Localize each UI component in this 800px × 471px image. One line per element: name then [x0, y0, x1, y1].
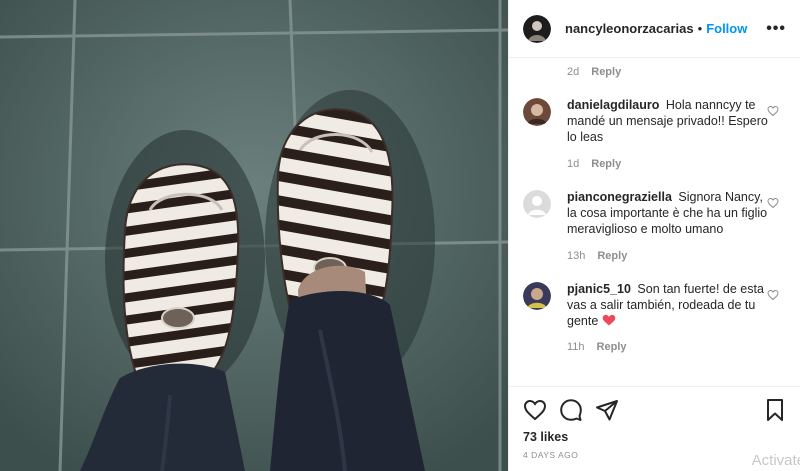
commenter-username[interactable]: pjanic5_10	[567, 282, 631, 296]
commenter-avatar[interactable]	[523, 190, 551, 218]
zebra-loafers-image	[0, 0, 508, 471]
likes-count[interactable]: 73 likes	[509, 423, 800, 444]
author-avatar[interactable]	[523, 14, 551, 43]
red-heart-emoji-icon	[602, 314, 616, 326]
heart-outline-icon[interactable]	[523, 398, 547, 422]
like-comment-heart-icon[interactable]	[767, 289, 779, 301]
comment-time: 13h	[567, 250, 586, 262]
comment-text-block: danielagdilauro Hola nanncyy te mandé un…	[567, 97, 775, 145]
comment-time: 2d	[567, 66, 580, 78]
author-username[interactable]: nancyleonorzacarias	[565, 21, 694, 36]
comment-time: 1d	[567, 158, 580, 170]
reply-button[interactable]: Reply	[597, 341, 627, 353]
comment-text-block: pianconegraziella Signora Nancy, la cosa…	[567, 189, 775, 237]
post-header: nancyleonorzacarias • Follow •••	[509, 0, 800, 58]
commenter-username[interactable]: pianconegraziella	[567, 190, 672, 204]
comments-list[interactable]: 2d Reply danielagdilauro Hola nanncyy te…	[509, 58, 800, 386]
post-actions: 73 likes 4 DAYS AGO Activate	[509, 386, 800, 471]
action-icons-row	[509, 387, 800, 423]
paper-plane-icon[interactable]	[595, 398, 619, 422]
reply-button[interactable]: Reply	[591, 66, 621, 78]
comment-item: pianconegraziella Signora Nancy, la cosa…	[509, 189, 800, 237]
post-side-panel: nancyleonorzacarias • Follow ••• 2d Repl…	[508, 0, 800, 471]
header-separator: •	[697, 21, 703, 36]
comment-item: pjanic5_10 Son tan fuerte! de esta vas a…	[509, 281, 800, 329]
comment-meta: 13h Reply	[509, 237, 800, 262]
reply-button[interactable]: Reply	[597, 250, 627, 262]
bookmark-icon[interactable]	[763, 398, 787, 422]
follow-button[interactable]: Follow	[706, 21, 747, 36]
commenter-username[interactable]: danielagdilauro	[567, 98, 659, 112]
more-options-icon[interactable]: •••	[766, 20, 786, 38]
activate-windows-watermark: Activate	[751, 452, 800, 469]
comment-meta: 1d Reply	[509, 145, 800, 170]
like-comment-heart-icon[interactable]	[767, 105, 779, 117]
comment-item: danielagdilauro Hola nanncyy te mandé un…	[509, 97, 800, 145]
commenter-avatar[interactable]	[523, 282, 551, 310]
comment-time: 11h	[567, 341, 585, 353]
post-photo[interactable]	[0, 0, 508, 471]
commenter-avatar[interactable]	[523, 98, 551, 126]
comment-meta: 2d Reply	[509, 58, 800, 78]
like-comment-heart-icon[interactable]	[767, 197, 779, 209]
comment-bubble-icon[interactable]	[559, 398, 583, 422]
comment-meta: 11h Reply	[509, 329, 800, 353]
reply-button[interactable]: Reply	[591, 158, 621, 170]
comment-text-block: pjanic5_10 Son tan fuerte! de esta vas a…	[567, 281, 775, 329]
